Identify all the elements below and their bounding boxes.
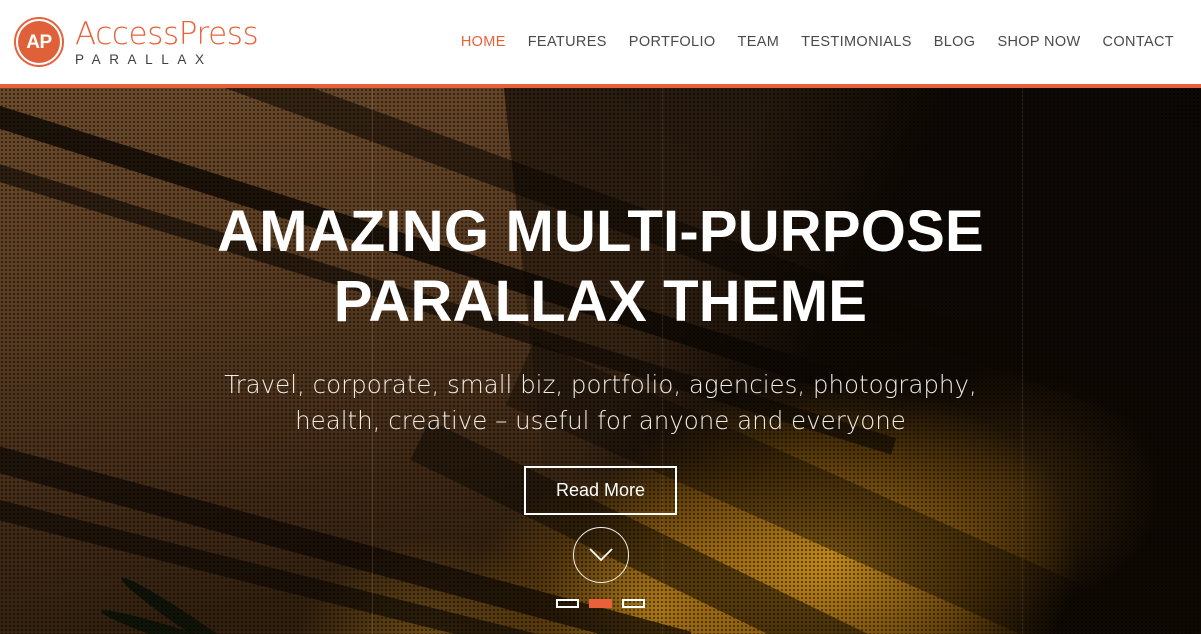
main-navigation: HOME FEATURES PORTFOLIO TEAM TESTIMONIAL… <box>450 28 1174 56</box>
nav-item-testimonials[interactable]: TESTIMONIALS <box>790 28 923 56</box>
hero-content: AMAZING MULTI-PURPOSE PARALLAX THEME Tra… <box>0 88 1201 634</box>
nav-item-shop-now[interactable]: SHOP NOW <box>986 28 1091 56</box>
slider-dot-2[interactable] <box>589 599 612 608</box>
hero-slider: AMAZING MULTI-PURPOSE PARALLAX THEME Tra… <box>0 88 1201 634</box>
slider-pagination <box>0 599 1201 608</box>
nav-item-blog[interactable]: BLOG <box>923 28 987 56</box>
nav-item-team[interactable]: TEAM <box>726 28 790 56</box>
nav-item-home[interactable]: HOME <box>450 28 517 56</box>
nav-item-contact[interactable]: CONTACT <box>1092 28 1174 56</box>
header-inner: AP AccessPress PARALLAX HOME FEATURES PO… <box>0 0 1201 84</box>
nav-item-portfolio[interactable]: PORTFOLIO <box>618 28 727 56</box>
logo-disc: AP <box>18 21 60 63</box>
logo-badge-icon: AP <box>14 17 64 67</box>
logo-wordmark: AccessPress PARALLAX <box>75 15 259 67</box>
slider-dot-3[interactable] <box>622 599 645 608</box>
logo-initials: AP <box>26 31 52 53</box>
nav-item-features[interactable]: FEATURES <box>517 28 618 56</box>
slider-dot-1[interactable] <box>556 599 579 608</box>
logo-brand-primary: AccessPress <box>75 15 259 52</box>
logo-brand-secondary: PARALLAX <box>75 51 213 67</box>
chevron-down-icon[interactable] <box>572 527 629 583</box>
read-more-button[interactable]: Read More <box>523 466 678 515</box>
site-header: AP AccessPress PARALLAX HOME FEATURES PO… <box>0 0 1201 88</box>
site-logo[interactable]: AP AccessPress PARALLAX <box>14 15 259 67</box>
page-root: AP AccessPress PARALLAX HOME FEATURES PO… <box>0 0 1201 634</box>
hero-title: AMAZING MULTI-PURPOSE PARALLAX THEME <box>217 199 984 334</box>
hero-subtitle: Travel, corporate, small biz, portfolio,… <box>224 370 977 435</box>
